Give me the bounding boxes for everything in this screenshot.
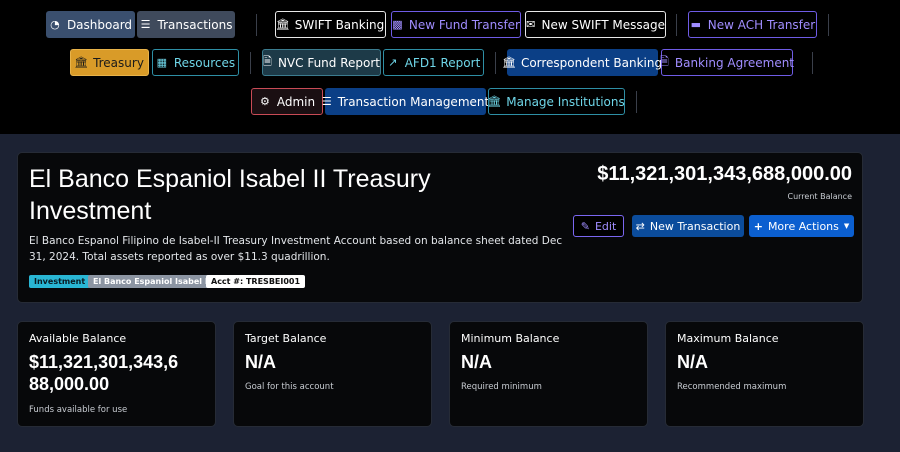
minimum-balance-sub: Required minimum bbox=[461, 382, 542, 392]
nav-manage-institutions-button[interactable]: 🏛 Manage Institutions bbox=[487, 88, 625, 115]
plus-icon: + bbox=[753, 219, 763, 233]
nav-divider bbox=[256, 14, 257, 36]
nav-treasury-label: Treasury bbox=[93, 55, 144, 70]
nav-admin-button[interactable]: ⚙ Admin bbox=[251, 88, 323, 115]
nav-afd1-report-button[interactable]: ↗ AFD1 Report bbox=[383, 49, 484, 76]
bank-icon: 🏛 bbox=[501, 56, 516, 69]
nav-admin-label: Admin bbox=[276, 94, 316, 109]
nav-divider bbox=[636, 91, 637, 113]
nav-new-ach-transfer-label: New ACH Transfer bbox=[707, 17, 816, 32]
nav-banking-agreement-label: Banking Agreement bbox=[674, 55, 795, 70]
chart-icon: ↗ bbox=[388, 56, 398, 69]
target-balance-label: Target Balance bbox=[245, 332, 327, 345]
available-balance-value-line1: $11,321,301,343,6 bbox=[29, 352, 179, 372]
book-icon: ▦ bbox=[156, 56, 168, 69]
nav-new-swift-message-button[interactable]: ✉ New SWIFT Message bbox=[525, 11, 666, 38]
user-gear-icon: ⚙ bbox=[259, 95, 270, 108]
new-transaction-button[interactable]: ⇄ New Transaction bbox=[632, 215, 744, 237]
bank-icon: 🏛 bbox=[275, 18, 290, 31]
nav-resources-button[interactable]: ▦ Resources bbox=[152, 49, 239, 76]
nav-correspondent-banking-button[interactable]: 🏛 Correspondent Banking bbox=[502, 49, 662, 76]
page-title: El Banco Espaniol Isabel II Treasury Inv… bbox=[29, 165, 431, 225]
nav-transaction-management-label: Transaction Management bbox=[337, 94, 490, 109]
available-balance-sub: Funds available for use bbox=[29, 405, 128, 415]
available-balance-label: Available Balance bbox=[29, 332, 127, 345]
nav-divider bbox=[495, 52, 496, 74]
edit-button[interactable]: ✎ Edit bbox=[573, 215, 624, 237]
nav-new-swift-message-label: New SWIFT Message bbox=[541, 17, 665, 32]
maximum-balance-sub: Recommended maximum bbox=[677, 382, 787, 392]
minimum-balance-card: Minimum Balance N/A Required minimum bbox=[449, 321, 648, 427]
nav-transactions-button[interactable]: ☰ Transactions bbox=[137, 11, 235, 38]
nav-new-fund-transfer-button[interactable]: ▩ New Fund Transfer bbox=[391, 11, 521, 38]
target-balance-sub: Goal for this account bbox=[245, 382, 334, 392]
target-balance-card: Target Balance N/A Goal for this account bbox=[233, 321, 432, 427]
nav-transaction-management-button[interactable]: ☰ Transaction Management bbox=[321, 88, 489, 115]
exchange-icon: ⇄ bbox=[635, 219, 645, 233]
nav-swift-banking-label: SWIFT Banking bbox=[294, 17, 385, 32]
nav-resources-label: Resources bbox=[173, 55, 236, 70]
nav-nvc-fund-report-button[interactable]: 🗎 NVC Fund Report bbox=[262, 49, 381, 76]
available-balance-card: Available Balance $11,321,301,343,6 88,0… bbox=[17, 321, 216, 427]
account-number-badge: Acct #: TRESBEI001 bbox=[206, 275, 306, 288]
nav-dashboard-label: Dashboard bbox=[66, 17, 133, 32]
account-description: El Banco Espanol Filipino de Isabel-II T… bbox=[29, 235, 563, 263]
minimum-balance-value: N/A bbox=[461, 352, 492, 372]
maximum-balance-label: Maximum Balance bbox=[677, 332, 779, 345]
edit-icon: ✎ bbox=[580, 219, 590, 233]
new-transaction-label: New Transaction bbox=[649, 219, 741, 233]
file-icon: 🗎 bbox=[660, 55, 669, 68]
nav-manage-institutions-label: Manage Institutions bbox=[506, 94, 625, 109]
nav-new-ach-transfer-button[interactable]: ▬ New ACH Transfer bbox=[688, 11, 817, 38]
more-actions-label: More Actions bbox=[767, 219, 839, 233]
nav-treasury-button[interactable]: 🏛 Treasury bbox=[70, 49, 149, 76]
nav-correspondent-banking-label: Correspondent Banking bbox=[520, 55, 663, 70]
bank-icon: 🏛 bbox=[74, 56, 89, 69]
nav-divider bbox=[828, 14, 829, 36]
nav-banking-agreement-button[interactable]: 🗎 Banking Agreement bbox=[660, 49, 795, 76]
nav-afd1-report-label: AFD1 Report bbox=[404, 55, 481, 70]
card-icon: ▬ bbox=[690, 18, 701, 31]
envelope-icon: ✉ bbox=[526, 18, 536, 31]
top-navigation: ◔ Dashboard ☰ Transactions 🏛 SWIFT Banki… bbox=[0, 0, 900, 134]
file-icon: 🗎 bbox=[263, 55, 272, 68]
current-balance-label: Current Balance bbox=[787, 192, 853, 201]
nav-divider bbox=[676, 14, 677, 36]
nav-new-fund-transfer-label: New Fund Transfer bbox=[408, 17, 520, 32]
minimum-balance-label: Minimum Balance bbox=[461, 332, 560, 345]
more-actions-button[interactable]: + More Actions ▼ bbox=[749, 215, 854, 237]
available-balance-value: $11,321,301,343,6 88,000.00 bbox=[29, 351, 178, 395]
list-check-icon: ☰ bbox=[321, 95, 332, 108]
account-type-badge: Investment bbox=[29, 275, 91, 288]
nav-dashboard-button[interactable]: ◔ Dashboard bbox=[46, 11, 135, 38]
dashboard-icon: ◔ bbox=[50, 18, 60, 31]
nav-divider bbox=[250, 52, 251, 74]
list-icon: ☰ bbox=[140, 18, 151, 31]
current-balance-amount: $11,321,301,343,688,000.00 bbox=[597, 163, 852, 185]
maximum-balance-value: N/A bbox=[677, 352, 708, 372]
nav-divider bbox=[812, 52, 813, 74]
bank-icon: 🏛 bbox=[487, 95, 502, 108]
nav-transactions-label: Transactions bbox=[157, 17, 233, 32]
institution-badge: El Banco Espaniol Isabel II bbox=[88, 275, 216, 288]
caret-down-icon: ▼ bbox=[843, 222, 850, 230]
edit-label: Edit bbox=[594, 219, 617, 233]
nav-nvc-fund-report-label: NVC Fund Report bbox=[277, 55, 380, 70]
maximum-balance-card: Maximum Balance N/A Recommended maximum bbox=[665, 321, 864, 427]
money-icon: ▩ bbox=[392, 18, 403, 31]
nav-swift-banking-button[interactable]: 🏛 SWIFT Banking bbox=[275, 11, 386, 38]
account-header-card: El Banco Espaniol Isabel II Treasury Inv… bbox=[17, 152, 863, 303]
available-balance-value-line2: 88,000.00 bbox=[29, 374, 110, 394]
target-balance-value: N/A bbox=[245, 352, 276, 372]
